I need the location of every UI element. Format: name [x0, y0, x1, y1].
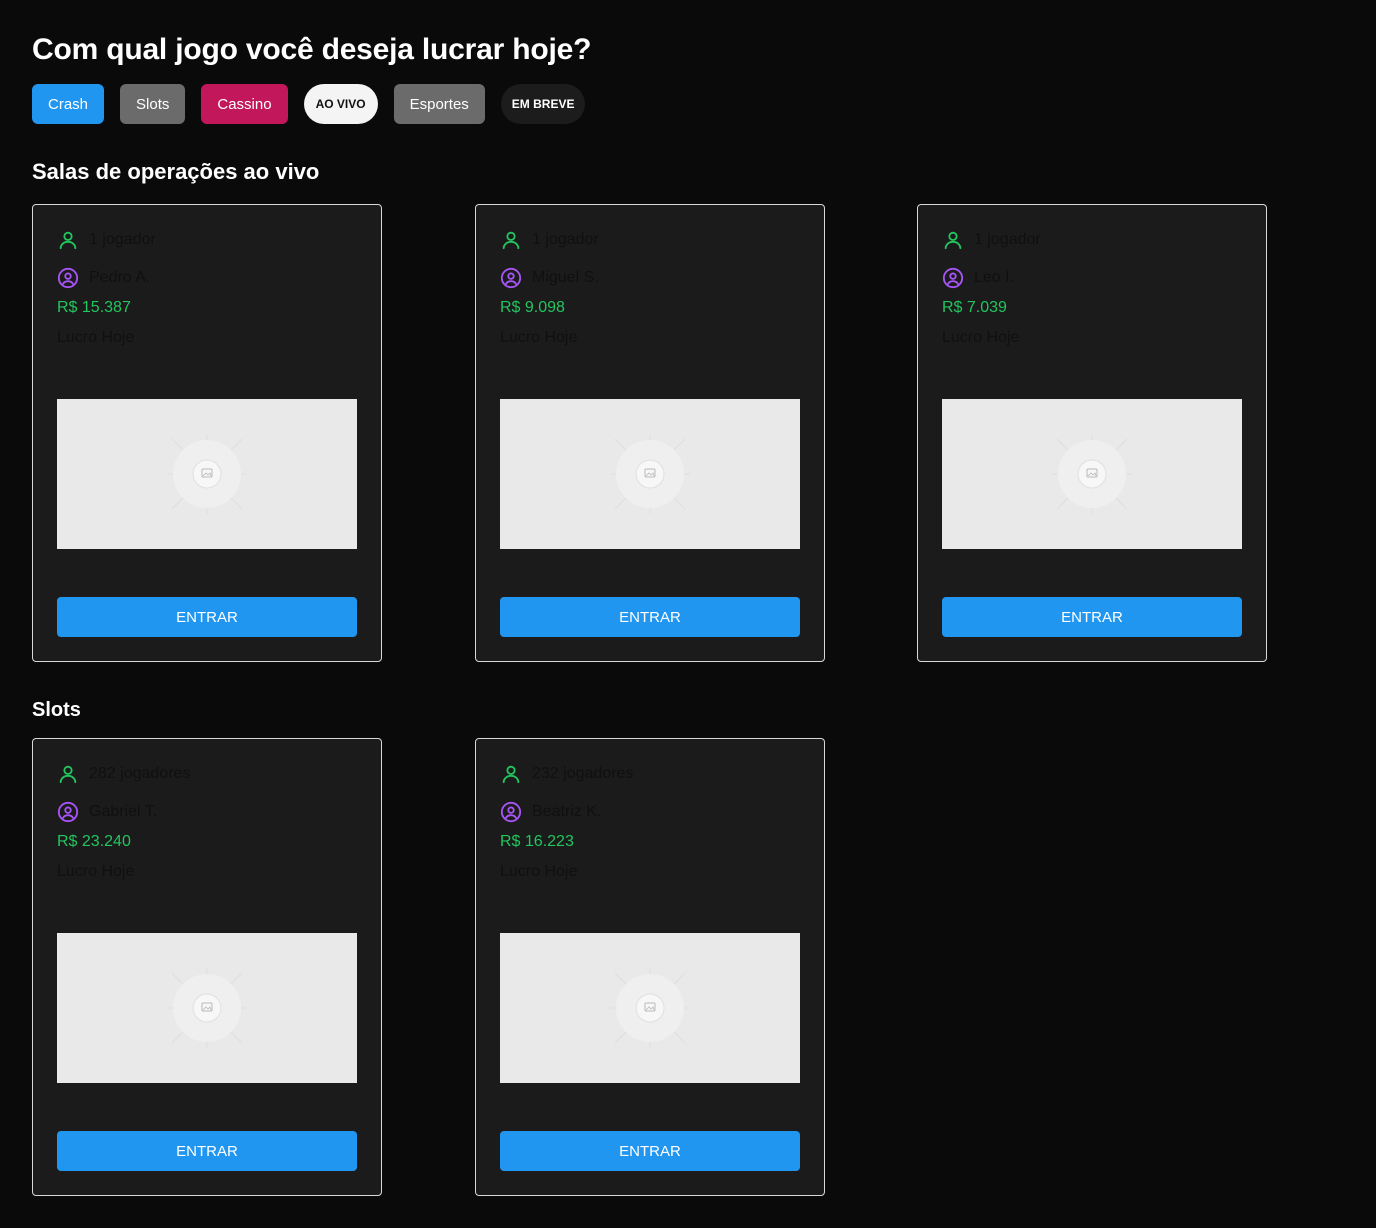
- profit-label: Lucro Hoje: [57, 329, 135, 346]
- room-card: 232 jogadores Beatriz K. R$ 16.223 Lucro…: [475, 738, 825, 1196]
- user-icon: [500, 229, 522, 251]
- image-placeholder-icon: [610, 968, 690, 1048]
- players-row: 1 jogador: [57, 229, 156, 251]
- filter-cassino[interactable]: Cassino: [201, 84, 288, 124]
- room-card: 1 jogador Miguel S. R$ 9.098 Lucro Hoje: [475, 204, 825, 662]
- enter-button[interactable]: ENTRAR: [57, 1131, 357, 1171]
- game-thumbnail: [500, 933, 800, 1083]
- game-filter-bar: Crash Slots Cassino AO VIVO Esportes EM …: [32, 84, 586, 124]
- enter-button[interactable]: ENTRAR: [942, 597, 1242, 637]
- user-row: Miguel S.: [500, 267, 599, 289]
- user-row: Pedro A.: [57, 267, 150, 289]
- players-count: 282 jogadores: [89, 765, 191, 782]
- profit-label: Lucro Hoje: [500, 863, 578, 880]
- game-thumbnail: [500, 399, 800, 549]
- user-icon: [57, 763, 79, 785]
- section-title-live: Salas de operações ao vivo: [32, 159, 320, 184]
- players-row: 1 jogador: [942, 229, 1041, 251]
- enter-button[interactable]: ENTRAR: [500, 597, 800, 637]
- profit-value: R$ 16.223: [500, 833, 574, 850]
- profit-value: R$ 9.098: [500, 299, 565, 316]
- players-row: 1 jogador: [500, 229, 599, 251]
- user-circle-icon: [57, 801, 79, 823]
- page-title: Com qual jogo você deseja lucrar hoje?: [32, 33, 592, 66]
- profit-label: Lucro Hoje: [500, 329, 578, 346]
- user-icon: [500, 763, 522, 785]
- filter-esportes[interactable]: Esportes: [393, 84, 485, 124]
- user-name: Pedro A.: [89, 269, 151, 286]
- user-circle-icon: [942, 267, 964, 289]
- profit-label: Lucro Hoje: [57, 863, 135, 880]
- user-row: Beatriz K.: [500, 801, 601, 823]
- section-title-slots: Slots: [32, 699, 81, 721]
- user-name: Miguel S.: [532, 269, 599, 286]
- players-count: 1 jogador: [532, 231, 599, 248]
- room-card: 1 jogador Pedro A. R$ 15.387 Lucro Hoje: [32, 204, 382, 662]
- user-name: Gabriel T.: [89, 803, 158, 820]
- enter-button[interactable]: ENTRAR: [500, 1131, 800, 1171]
- user-icon: [942, 229, 964, 251]
- filter-ao-vivo[interactable]: AO VIVO: [303, 84, 378, 124]
- profit-label: Lucro Hoje: [942, 329, 1020, 346]
- filter-slots[interactable]: Slots: [120, 84, 186, 124]
- user-name: Beatriz K.: [532, 803, 602, 820]
- user-row: Leo I.: [942, 267, 1014, 289]
- game-thumbnail: [57, 399, 357, 549]
- room-card: 1 jogador Leo I. R$ 7.039 Lucro Hoje ENT…: [917, 204, 1267, 662]
- user-circle-icon: [500, 267, 522, 289]
- user-icon: [57, 229, 79, 251]
- image-placeholder-icon: [610, 434, 690, 514]
- players-count: 232 jogadores: [532, 765, 634, 782]
- profit-value: R$ 15.387: [57, 299, 131, 316]
- user-name: Leo I.: [974, 269, 1015, 286]
- profit-value: R$ 23.240: [57, 833, 131, 850]
- enter-button[interactable]: ENTRAR: [57, 597, 357, 637]
- image-placeholder-icon: [1052, 434, 1132, 514]
- players-count: 1 jogador: [974, 231, 1041, 248]
- image-placeholder-icon: [167, 968, 247, 1048]
- user-circle-icon: [500, 801, 522, 823]
- page: Com qual jogo você deseja lucrar hoje? C…: [0, 0, 1376, 1228]
- game-thumbnail: [942, 399, 1242, 549]
- image-placeholder-icon: [167, 434, 247, 514]
- players-count: 1 jogador: [89, 231, 156, 248]
- game-thumbnail: [57, 933, 357, 1083]
- profit-value: R$ 7.039: [942, 299, 1007, 316]
- room-card: 282 jogadores Gabriel T. R$ 23.240 Lucro…: [32, 738, 382, 1196]
- user-circle-icon: [57, 267, 79, 289]
- players-row: 232 jogadores: [500, 763, 633, 785]
- user-row: Gabriel T.: [57, 801, 157, 823]
- players-row: 282 jogadores: [57, 763, 190, 785]
- filter-crash[interactable]: Crash: [32, 84, 105, 124]
- filter-em-breve[interactable]: EM BREVE: [500, 84, 586, 124]
